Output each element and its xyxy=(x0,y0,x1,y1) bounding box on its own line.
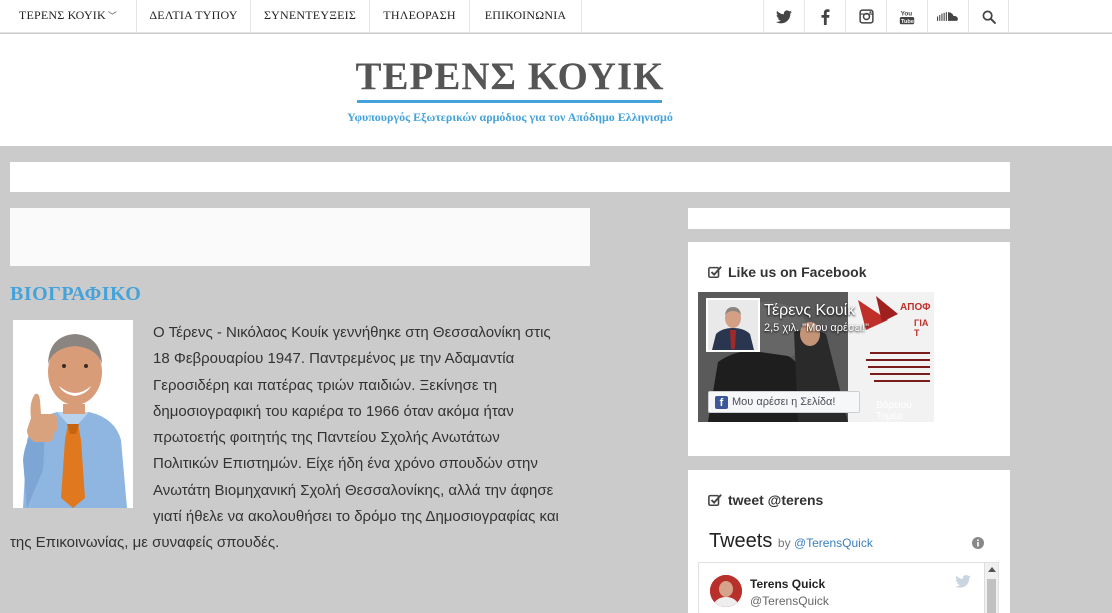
tweets-by: by @TerensQuick xyxy=(778,536,873,550)
widget-title-label: tweet @terens xyxy=(728,492,824,508)
tweets-label: Tweets xyxy=(709,530,773,552)
tweet-user-handle[interactable]: @TerensQuick xyxy=(750,594,829,608)
facebook-like-label: Μου αρέσει η Σελίδα! xyxy=(732,396,836,408)
checkbox-icon xyxy=(708,494,722,507)
nav-item-label: ΔΕΛΤΙΑ ΤΥΠΟΥ xyxy=(149,8,238,22)
scrollbar-thumb[interactable] xyxy=(987,579,996,613)
tweets-by-handle[interactable]: @TerensQuick xyxy=(794,536,873,550)
checkbox-icon xyxy=(708,266,722,279)
facebook-widget-title: Like us on Facebook xyxy=(708,264,866,280)
svg-text:You: You xyxy=(901,10,913,17)
top-navigation: ΤΕΡΕΝΣ ΚΟΥΙΚ ﹀ ΔΕΛΤΙΑ ΤΥΠΟΥ ΣΥΝΕΝΤΕΥΞΕΙΣ … xyxy=(0,0,1112,33)
scroll-up-arrow[interactable] xyxy=(988,567,996,572)
facebook-page-avatar xyxy=(706,298,760,352)
nav-item-press-releases[interactable]: ΔΕΛΤΙΑ ΤΥΠΟΥ xyxy=(137,0,251,33)
bio-line: γιατί ήθελε να ακολουθήσει το δρόμο της … xyxy=(153,508,559,526)
ad-area xyxy=(10,208,590,266)
nav-item-label: ΕΠΙΚΟΙΝΩΝΙΑ xyxy=(484,8,567,22)
bio-portrait-photo xyxy=(13,320,133,508)
site-subtitle: Υφυπουργός Εξωτερικών αρμόδιος για τον Α… xyxy=(347,110,673,124)
soundcloud-icon[interactable] xyxy=(927,0,968,33)
title-underline xyxy=(357,100,662,103)
tweets-by-label: by xyxy=(777,536,791,550)
info-icon[interactable] xyxy=(972,537,984,549)
tweets-scrollbar[interactable] xyxy=(984,563,998,613)
svg-text:Tube: Tube xyxy=(901,19,914,25)
widget-title-label: Like us on Facebook xyxy=(728,264,867,280)
bio-heading: ΒΙΟΓΡΑΦΙΚΟ xyxy=(10,283,142,305)
facebook-like-button[interactable]: f Μου αρέσει η Σελίδα! xyxy=(708,391,860,413)
facebook-icon[interactable] xyxy=(804,0,845,33)
youtube-icon[interactable]: You Tube xyxy=(886,0,927,33)
tweets-header: Tweets by @TerensQuick xyxy=(709,530,873,553)
tweet-item[interactable]: Terens Quick @TerensQuick xyxy=(698,562,999,613)
nav-item-television[interactable]: ΤΗΛΕΟΡΑΣΗ xyxy=(370,0,470,33)
nav-item-label: ΤΕΡΕΝΣ ΚΟΥΙΚ xyxy=(18,8,106,22)
nav-item-terens-quick[interactable]: ΤΕΡΕΝΣ ΚΟΥΙΚ ﹀ xyxy=(0,0,137,33)
twitter-widget-title: tweet @terens xyxy=(708,492,823,508)
bio-line: της Επικοινωνίας, με συναφείς σπουδές. xyxy=(10,534,280,552)
facebook-likes-count: 2,5 χιλ. "Μου αρέσει!" xyxy=(764,322,870,334)
facebook-cover-text: ΓΙΑ Τ xyxy=(914,318,929,338)
twitter-icon[interactable] xyxy=(763,0,804,33)
site-header: ΤΕΡΕΝΣ ΚΟΥΙΚ Υφυπουργός Εξωτερικών αρμόδ… xyxy=(0,34,1112,146)
search-icon[interactable] xyxy=(968,0,1009,33)
facebook-icon: f xyxy=(715,395,728,409)
site-title[interactable]: ΤΕΡΕΝΣ ΚΟΥΙΚ xyxy=(0,54,1020,99)
nav-item-contact[interactable]: ΕΠΙΚΟΙΝΩΝΙΑ xyxy=(470,0,582,33)
twitter-widget: tweet @terens Tweets by @TerensQuick Ter… xyxy=(688,470,1010,613)
nav-item-label: ΤΗΛΕΟΡΑΣΗ xyxy=(383,8,456,22)
nav-item-interviews[interactable]: ΣΥΝΕΝΤΕΥΞΕΙΣ xyxy=(251,0,370,33)
facebook-page-card[interactable]: Τέρενς Κουίκ 2,5 χιλ. "Μου αρέσει!" ΑΠΟΦ… xyxy=(698,292,934,422)
facebook-widget: Like us on Facebook Τέρενς Κουίκ 2,5 χιλ… xyxy=(688,242,1010,456)
facebook-cover-text: ΑΠΟΦ xyxy=(900,302,931,313)
nav-item-label: ΣΥΝΕΝΤΕΥΞΕΙΣ xyxy=(263,8,357,22)
tweet-user-name[interactable]: Terens Quick xyxy=(750,577,825,591)
instagram-icon[interactable] xyxy=(845,0,886,33)
twitter-icon[interactable] xyxy=(955,575,971,588)
sidebar-top-box xyxy=(688,208,1010,229)
chevron-down-icon: ﹀ xyxy=(107,11,118,21)
avatar[interactable] xyxy=(710,575,742,607)
banner-area xyxy=(10,162,1010,192)
facebook-cover-text: Βόρειου Τομέα xyxy=(876,400,912,422)
facebook-page-name[interactable]: Τέρενς Κουίκ xyxy=(764,302,855,320)
